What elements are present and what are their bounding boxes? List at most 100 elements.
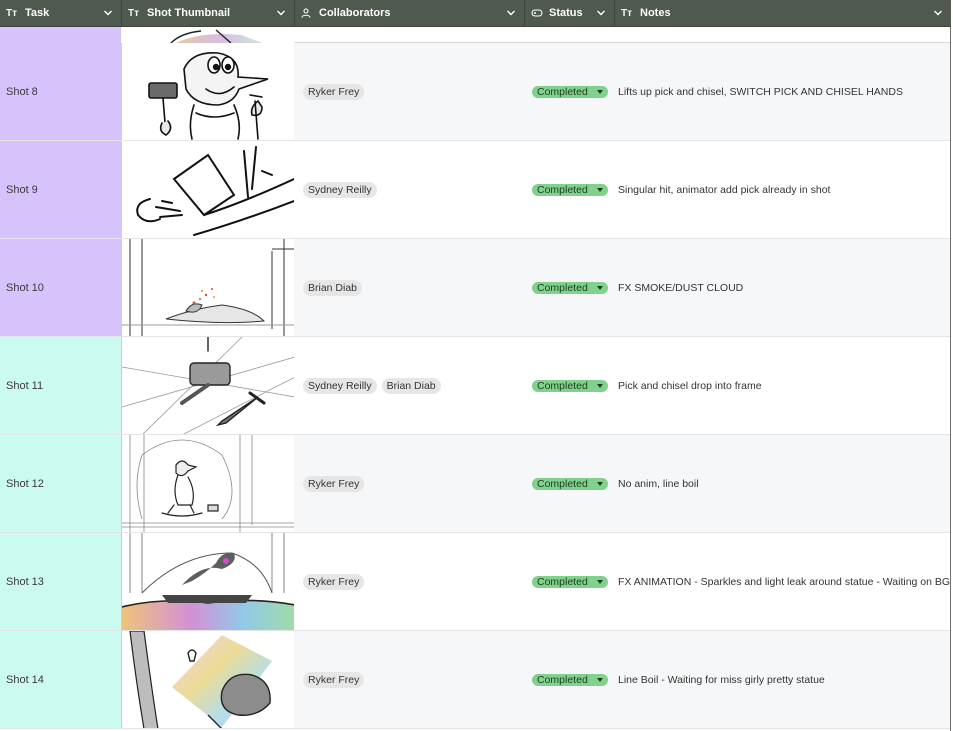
notes-text: No anim, line boil — [618, 477, 699, 490]
status-badge[interactable]: Completed — [532, 575, 608, 588]
chevron-down-icon[interactable] — [103, 8, 113, 18]
status-cell[interactable]: Completed — [524, 337, 614, 434]
status-badge[interactable]: Completed — [532, 477, 608, 490]
status-cell[interactable]: Completed — [524, 631, 614, 728]
column-header-status[interactable]: Status — [524, 0, 614, 26]
collaborator-chip[interactable]: Ryker Frey — [303, 573, 365, 590]
status-cell[interactable]: Completed — [524, 239, 614, 336]
task-name: Shot 8 — [6, 85, 38, 98]
task-cell[interactable]: Shot 8 — [0, 43, 121, 140]
chevron-down-icon[interactable] — [933, 8, 943, 18]
notes-text: Singular hit, animator add pick already … — [618, 183, 831, 196]
table-row[interactable]: Shot 14 Ryker Frey Completed Line Boil -… — [0, 631, 950, 729]
collaborator-chip[interactable]: Sydney Reilly — [303, 181, 377, 198]
table-row[interactable]: Shot 8 Ryker Frey Completed Lifts up pic… — [0, 43, 950, 141]
collaborators-cell[interactable]: Ryker Frey — [294, 435, 524, 532]
column-header-task[interactable]: Tт Task — [0, 0, 121, 26]
collaborator-chip[interactable]: Ryker Frey — [303, 83, 365, 100]
column-header-label: Status — [549, 7, 583, 19]
status-label: Completed — [537, 477, 588, 490]
collaborators-cell[interactable]: Ryker Frey — [294, 533, 524, 630]
text-type-icon: Tт — [128, 7, 140, 19]
table-header: Tт Task Tт Shot Thumbnail Collaborators … — [0, 0, 951, 27]
status-label: Completed — [537, 85, 588, 98]
status-label: Completed — [537, 673, 588, 686]
collaborators-cell[interactable]: Ryker Frey — [294, 43, 524, 140]
task-name: Shot 12 — [6, 477, 44, 490]
notes-cell[interactable]: FX ANIMATION - Sparkles and light leak a… — [614, 533, 951, 630]
column-header-label: Task — [25, 7, 50, 19]
dropdown-caret-icon — [597, 383, 603, 388]
status-badge[interactable]: Completed — [532, 85, 608, 98]
task-name: Shot 13 — [6, 575, 44, 588]
dropdown-caret-icon — [597, 481, 603, 486]
group-color-strip — [0, 27, 121, 43]
shot-thumbnail[interactable] — [121, 533, 294, 630]
notes-text: FX ANIMATION - Sparkles and light leak a… — [618, 575, 951, 588]
notes-cell[interactable]: Line Boil - Waiting for miss girly prett… — [614, 631, 950, 728]
collaborator-chip[interactable]: Ryker Frey — [303, 671, 365, 688]
shot-thumbnail[interactable] — [121, 239, 294, 336]
table-row[interactable]: Shot 10 Brian Diab Completed FX SMOKE/DU… — [0, 239, 950, 337]
status-cell[interactable]: Completed — [524, 533, 614, 630]
task-name: Shot 10 — [6, 281, 44, 294]
table-row-partial[interactable] — [0, 27, 950, 43]
shot-thumbnail[interactable] — [121, 337, 294, 434]
notes-text: Lifts up pick and chisel, SWITCH PICK AN… — [618, 85, 903, 98]
collaborator-chip[interactable]: Brian Diab — [303, 279, 363, 296]
status-cell[interactable]: Completed — [524, 141, 614, 238]
task-cell[interactable]: Shot 9 — [0, 141, 121, 238]
collaborators-cell[interactable]: Brian Diab — [294, 239, 524, 336]
status-cell[interactable]: Completed — [524, 435, 614, 532]
status-label: Completed — [537, 183, 588, 196]
status-label: Completed — [537, 379, 588, 392]
task-name: Shot 14 — [6, 673, 44, 686]
task-cell[interactable]: Shot 14 — [0, 631, 121, 728]
shot-thumbnail[interactable] — [121, 27, 294, 43]
status-cell[interactable]: Completed — [524, 43, 614, 140]
dropdown-caret-icon — [597, 677, 603, 682]
chevron-down-icon[interactable] — [596, 8, 606, 18]
task-cell[interactable]: Shot 10 — [0, 239, 121, 336]
shot-thumbnail[interactable] — [121, 43, 294, 140]
task-cell[interactable]: Shot 13 — [0, 533, 121, 630]
notes-cell[interactable]: No anim, line boil — [614, 435, 950, 532]
collaborator-chip[interactable]: Brian Diab — [381, 377, 441, 394]
collaborators-cell[interactable]: Ryker Frey — [294, 631, 524, 728]
table-row[interactable]: Shot 11 Sydney Reilly Brian Diab Complet… — [0, 337, 950, 435]
column-header-notes[interactable]: Tт Notes — [614, 0, 951, 26]
notes-cell[interactable]: Pick and chisel drop into frame — [614, 337, 950, 434]
task-cell[interactable]: Shot 11 — [0, 337, 121, 434]
table-row[interactable]: Shot 12 Ryker Frey Completed No anim, li… — [0, 435, 950, 533]
notes-text: Line Boil - Waiting for miss girly prett… — [618, 673, 825, 686]
chevron-down-icon[interactable] — [276, 8, 286, 18]
collaborator-chip[interactable]: Sydney Reilly — [303, 377, 377, 394]
collaborators-cell[interactable]: Sydney Reilly — [294, 141, 524, 238]
task-name: Shot 9 — [6, 183, 38, 196]
text-type-icon: Tт — [6, 7, 18, 19]
table-row[interactable]: Shot 13 Ryker Frey Completed FX ANIMATIO… — [0, 533, 951, 631]
person-icon — [301, 8, 311, 18]
task-cell[interactable]: Shot 12 — [0, 435, 121, 532]
status-badge[interactable]: Completed — [532, 379, 608, 392]
task-name: Shot 11 — [6, 379, 44, 392]
column-header-shot-thumbnail[interactable]: Tт Shot Thumbnail — [121, 0, 294, 26]
shot-thumbnail[interactable] — [121, 435, 294, 532]
status-badge[interactable]: Completed — [532, 183, 608, 196]
shot-thumbnail[interactable] — [121, 631, 294, 728]
column-header-collaborators[interactable]: Collaborators — [294, 0, 524, 26]
notes-cell[interactable]: Singular hit, animator add pick already … — [614, 141, 950, 238]
column-header-label: Collaborators — [319, 7, 391, 19]
text-type-icon: Tт — [621, 7, 633, 19]
notes-cell[interactable]: Lifts up pick and chisel, SWITCH PICK AN… — [614, 43, 950, 140]
collaborators-cell[interactable]: Sydney Reilly Brian Diab — [294, 337, 524, 434]
notes-cell[interactable]: FX SMOKE/DUST CLOUD — [614, 239, 950, 336]
status-badge[interactable]: Completed — [532, 673, 608, 686]
notes-text: Pick and chisel drop into frame — [618, 379, 762, 392]
chevron-down-icon[interactable] — [506, 8, 516, 18]
collaborator-chip[interactable]: Ryker Frey — [303, 475, 365, 492]
table-row[interactable]: Shot 9 Sydney Reilly Completed Singular … — [0, 141, 950, 239]
shot-thumbnail[interactable] — [121, 141, 294, 238]
status-badge[interactable]: Completed — [532, 281, 608, 294]
shots-table: Shot 8 Ryker Frey Completed Lifts up pic… — [0, 27, 951, 731]
